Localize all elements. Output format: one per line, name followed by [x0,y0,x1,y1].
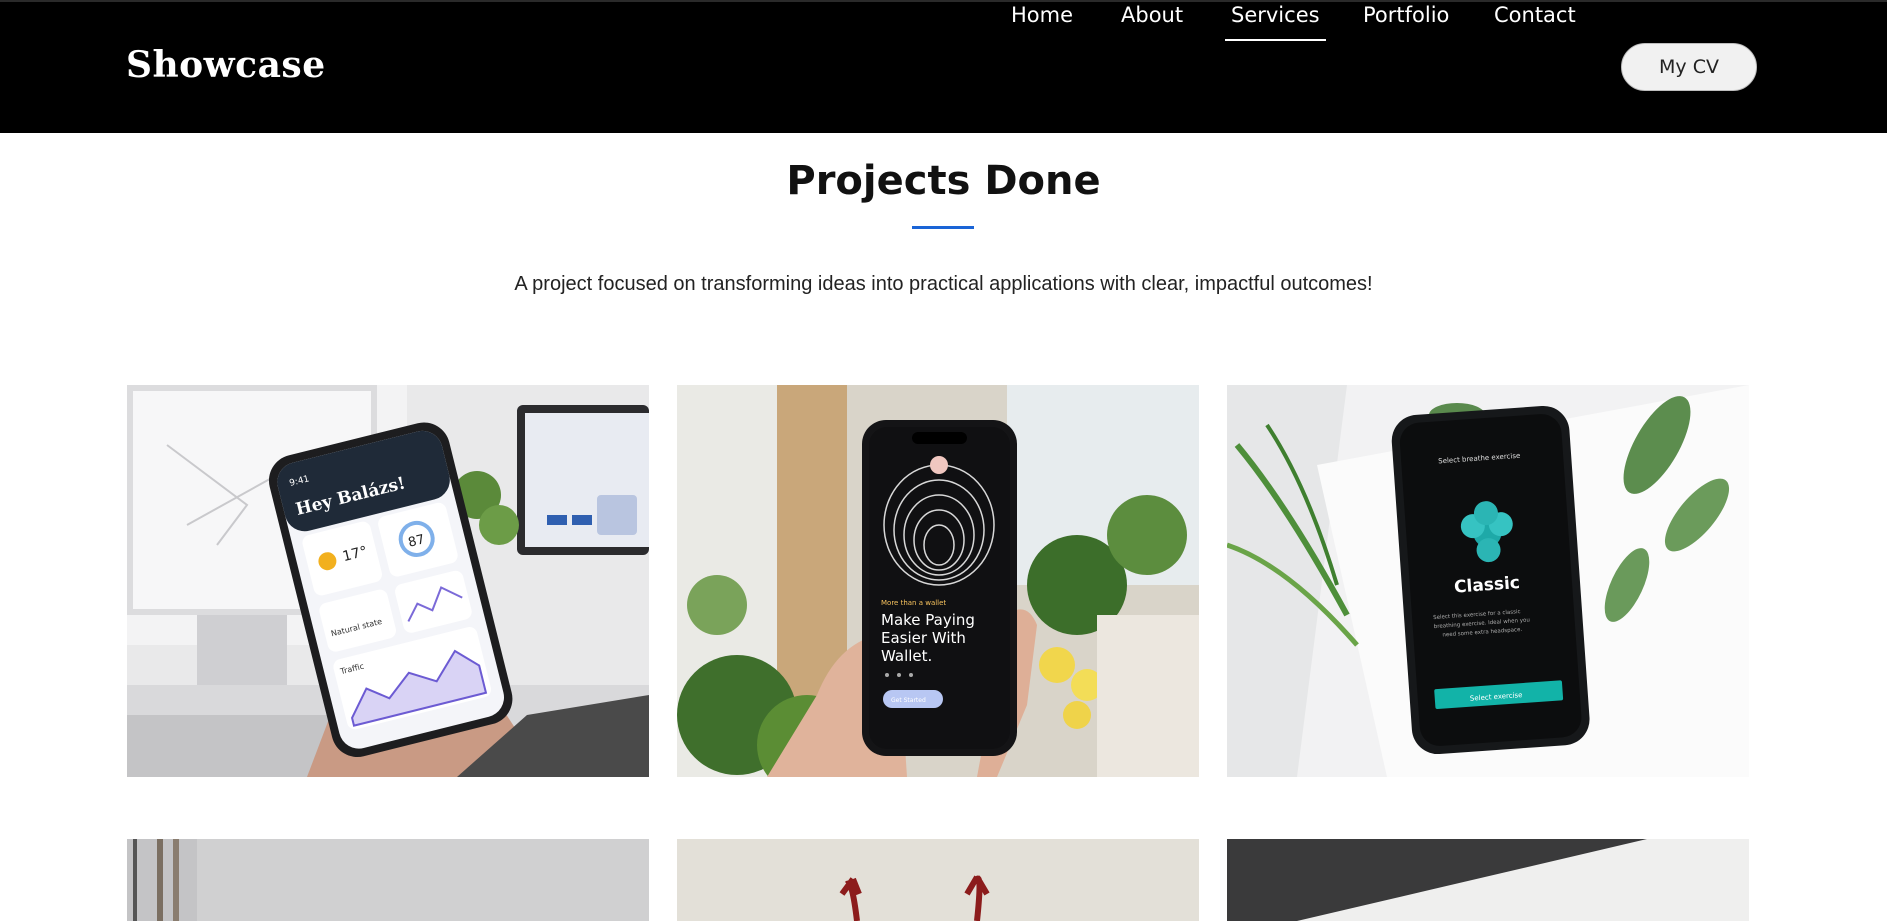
nav-portfolio[interactable]: Portfolio [1363,2,1449,28]
page-title: Projects Done [786,158,1101,204]
project-image-6 [1227,839,1749,921]
site-logo[interactable]: Showcase [126,44,326,86]
project-image-3: Select breathe exercise Classic Select t… [1227,385,1749,777]
phone2-headline-3: Wallet. [881,647,932,665]
section-subtitle: A project focused on transforming ideas … [514,273,1373,295]
project-card-3[interactable]: Select breathe exercise Classic Select t… [1227,385,1749,777]
phone2-tagline: More than a wallet [881,599,946,607]
phone2-cta: Get Started [891,697,926,704]
nav-services[interactable]: Services [1225,2,1326,41]
nav-about[interactable]: About [1121,2,1183,28]
title-underline [912,226,974,229]
nav-home[interactable]: Home [1011,2,1073,28]
project-image-1: 9:41 Hey Balázs! 17° 87 Natural state Tr… [127,385,649,777]
site-header: Showcase Home About Services Portfolio C… [0,0,1887,133]
nav-contact[interactable]: Contact [1494,2,1576,28]
project-card-1[interactable]: 9:41 Hey Balázs! 17° 87 Natural state Tr… [127,385,649,777]
project-card-4[interactable] [127,839,649,921]
phone2-headline-1: Make Paying [881,611,975,629]
project-image-5 [677,839,1199,921]
project-card-6[interactable] [1227,839,1749,921]
project-image-4 [127,839,649,921]
project-card-2[interactable]: More than a wallet Make Paying Easier Wi… [677,385,1199,777]
project-card-5[interactable] [677,839,1199,921]
project-image-2: More than a wallet Make Paying Easier Wi… [677,385,1199,777]
phone2-headline-2: Easier With [881,629,966,647]
my-cv-button[interactable]: My CV [1621,43,1757,91]
